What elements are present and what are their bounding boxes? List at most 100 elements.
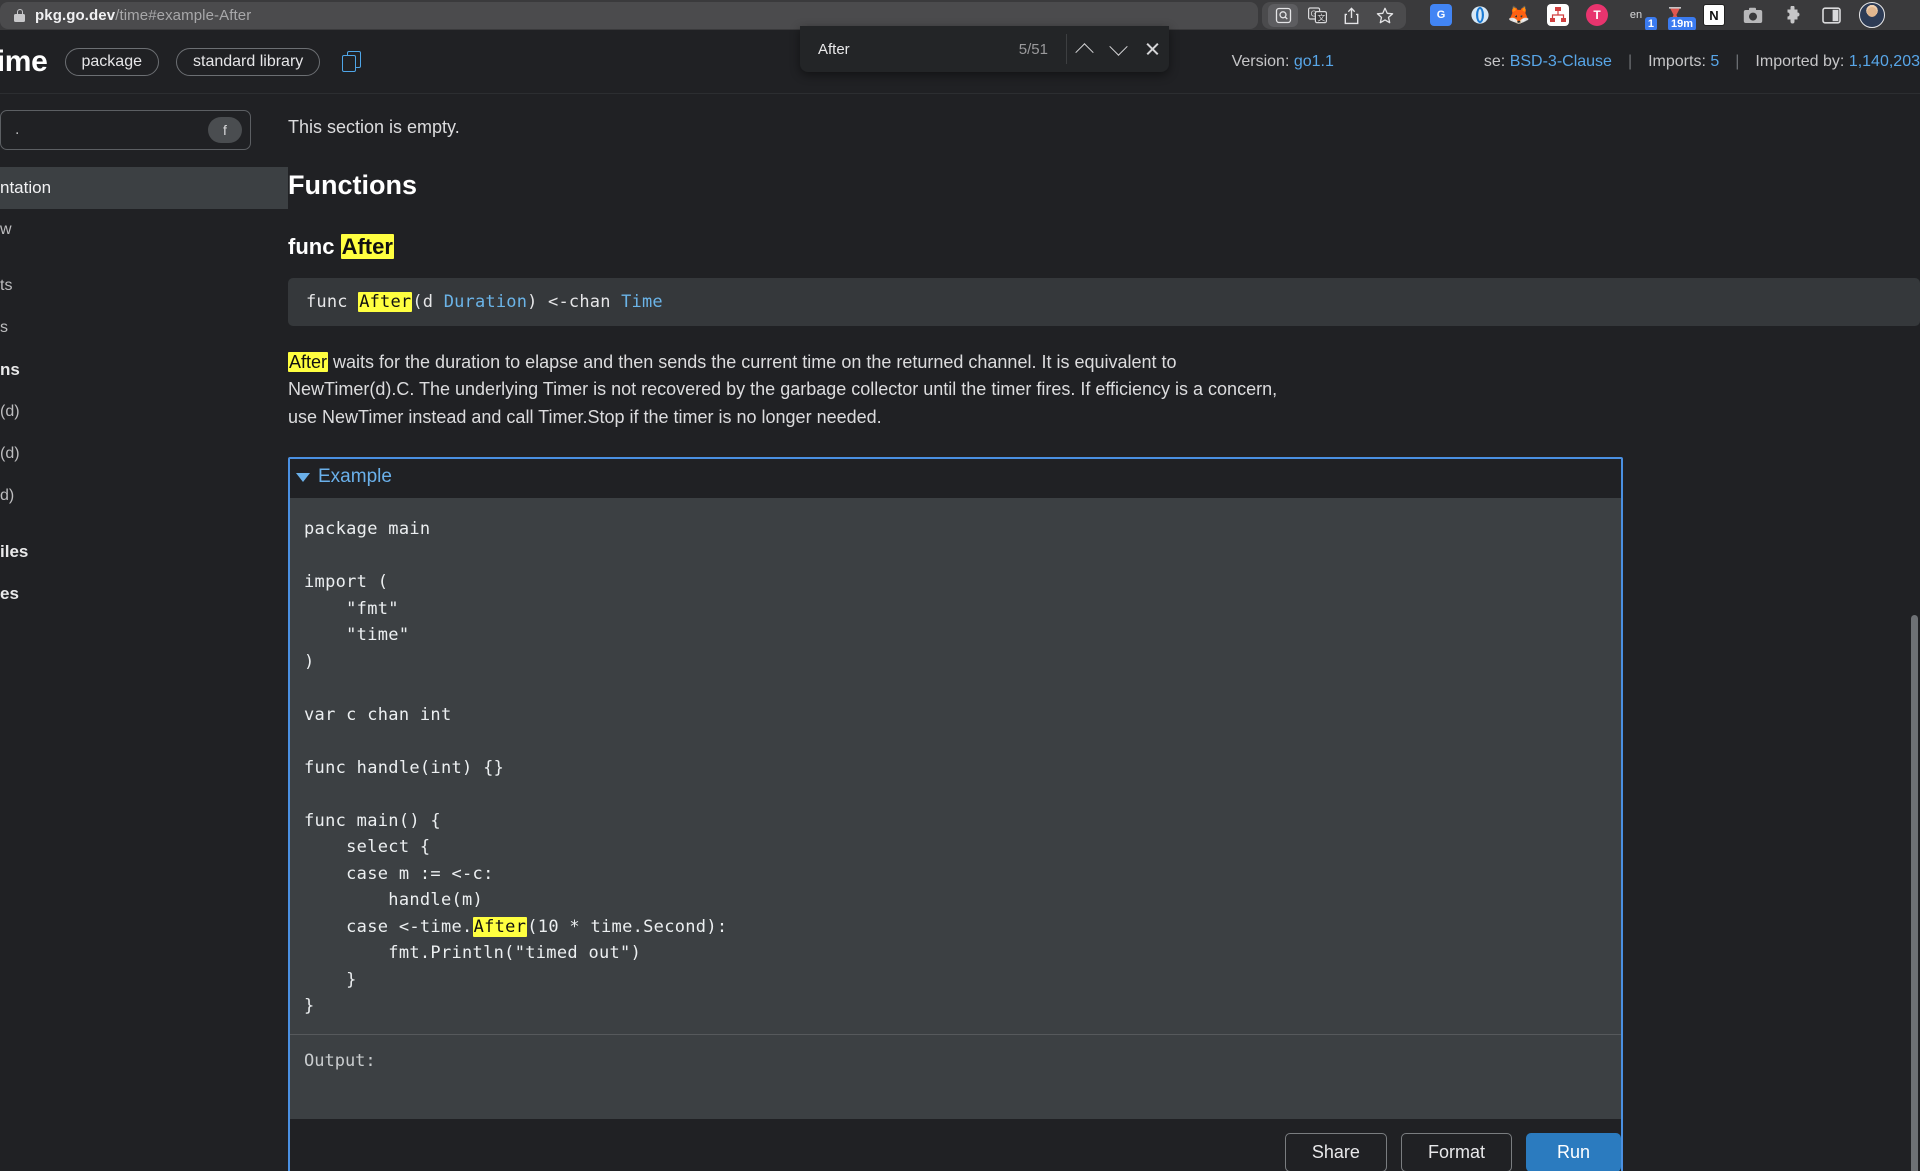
url-domain: pkg.go.dev (35, 7, 115, 24)
license-label: se: (1484, 53, 1505, 71)
sig-params-open: (d (412, 292, 443, 312)
search-placeholder: . (15, 121, 208, 139)
meta-separator-2: | (1735, 53, 1739, 71)
run-button[interactable]: Run (1526, 1133, 1621, 1171)
translate-icon[interactable]: G文 (1302, 4, 1332, 27)
metamask-fox-extension-icon[interactable]: 🦊 (1508, 4, 1530, 26)
timer-extension-icon[interactable]: 19m (1664, 4, 1686, 26)
search-shortcut-key: f (208, 117, 242, 143)
sidebar-item-variables[interactable]: s (0, 307, 307, 349)
vertical-scrollbar[interactable] (1911, 615, 1918, 1171)
version-link[interactable]: go1.1 (1294, 53, 1334, 71)
func-keyword: func (288, 234, 341, 259)
svg-text:文: 文 (1317, 12, 1325, 22)
example-block: Example package main import ( "fmt" "tim… (288, 457, 1623, 1171)
timer-extension-badge: 19m (1668, 17, 1696, 31)
sidebar-item-label: ns (0, 360, 20, 380)
notion-extension-icon[interactable]: N (1703, 4, 1725, 26)
search-input[interactable]: . f (0, 110, 251, 150)
copy-icon[interactable] (342, 51, 362, 73)
format-button[interactable]: Format (1401, 1133, 1512, 1171)
version-label: Version: (1232, 53, 1290, 71)
function-signature: func After(d Duration) <-chan Time (288, 278, 1920, 326)
code-before-highlight: package main import ( "fmt" "time" ) var… (304, 519, 504, 937)
url-path: /time#example-After (115, 7, 251, 24)
sig-params-close: ) (527, 292, 548, 312)
bookmark-star-icon[interactable] (1370, 4, 1400, 27)
badge-package: package (65, 48, 160, 76)
sig-prefix: func (306, 292, 358, 312)
license-link[interactable]: BSD-3-Clause (1510, 53, 1612, 71)
sidebar-item-label: ntation (0, 178, 51, 198)
search-highlight: After (341, 234, 394, 259)
sitemap-extension-icon[interactable] (1547, 4, 1569, 26)
doc-body-text: waits for the duration to elapse and the… (288, 352, 1277, 427)
example-summary-label: Example (318, 466, 392, 488)
meta-separator-1: | (1628, 53, 1632, 71)
sidebar-item-constants[interactable]: ts (0, 265, 307, 307)
share-icon[interactable] (1336, 4, 1366, 27)
browser-extensions-group: G 🦊 T en 1 19m N (1430, 1, 1885, 29)
example-summary-toggle[interactable]: Example (290, 459, 1621, 498)
google-translate-extension-icon[interactable]: G (1430, 4, 1452, 26)
sidebar-item-label: w (0, 221, 12, 239)
sidebar-item-func-after[interactable]: (d) (0, 391, 307, 433)
badge-standard-library: standard library (176, 48, 320, 76)
find-close-button[interactable] (1135, 26, 1169, 72)
sidebar-item-overview[interactable]: w (0, 209, 307, 251)
sidebar-item-functions[interactable]: ns (0, 349, 307, 391)
chevron-up-icon (1075, 43, 1093, 61)
sig-arrow: <-chan (548, 292, 621, 312)
sidebar: . f ntation w ts s ns (d) (d) d) iles es (0, 95, 308, 1171)
sidebar-item-documentation[interactable]: ntation (0, 167, 307, 209)
imported-by-link[interactable]: 1,140,203 (1849, 53, 1920, 71)
sidebar-item-label: s (0, 319, 8, 337)
empty-section-note: This section is empty. (288, 95, 1920, 138)
screenshot-extension-icon[interactable] (1742, 4, 1764, 26)
find-in-page-icon[interactable] (1268, 4, 1298, 27)
sidebar-item-label: d) (0, 487, 14, 505)
find-match-count: 5/51 (1019, 41, 1066, 58)
language-extension-badge: 1 (1645, 17, 1657, 31)
lock-icon (14, 9, 25, 22)
opera-ring-extension-icon[interactable] (1469, 4, 1491, 26)
puzzle-extensions-icon[interactable] (1781, 4, 1803, 26)
browser-toolbar-group: G文 (1262, 2, 1406, 29)
sidebar-toggle-icon[interactable] (1820, 4, 1842, 26)
function-description: After waits for the duration to elapse a… (288, 349, 1288, 431)
imported-by-label: Imported by: (1755, 53, 1844, 71)
sidebar-item-label: iles (0, 542, 28, 562)
sidebar-item-label: es (0, 584, 19, 604)
toggl-extension-icon[interactable]: T (1586, 4, 1608, 26)
sidebar-item-label: (d) (0, 445, 20, 463)
func-after-heading: func After (288, 234, 1920, 260)
sidebar-item-source-files[interactable]: iles (0, 531, 307, 573)
example-code[interactable]: package main import ( "fmt" "time" ) var… (290, 498, 1621, 1034)
sidebar-item-label: (d) (0, 403, 20, 421)
close-icon (1145, 42, 1160, 57)
sidebar-item-label: ts (0, 277, 12, 295)
imports-link[interactable]: 5 (1710, 53, 1719, 71)
page-title: time (0, 45, 48, 79)
sig-param-type[interactable]: Duration (444, 292, 527, 312)
example-output: Output: (290, 1035, 1621, 1119)
share-button[interactable]: Share (1285, 1133, 1387, 1171)
sidebar-item-directories[interactable]: es (0, 573, 307, 615)
header-metadata: Version: go1.1 se: BSD-3-Clause | Import… (1232, 30, 1920, 94)
language-extension-icon[interactable]: en 1 (1625, 4, 1647, 26)
example-body: package main import ( "fmt" "time" ) var… (290, 498, 1621, 1171)
main-content: This section is empty. Functions func Af… (288, 95, 1920, 1171)
profile-avatar[interactable] (1859, 2, 1885, 28)
url-text: pkg.go.dev/time#example-After (35, 7, 251, 24)
sig-return-type[interactable]: Time (621, 292, 663, 312)
find-previous-button[interactable] (1067, 26, 1101, 72)
sidebar-item-func-since[interactable]: d) (0, 475, 307, 517)
example-button-row: Share Format Run (290, 1119, 1621, 1171)
triangle-down-icon (296, 473, 310, 482)
find-next-button[interactable] (1101, 26, 1135, 72)
search-highlight: After (358, 292, 412, 312)
sidebar-item-func-newticker[interactable]: (d) (0, 433, 307, 475)
address-bar[interactable]: pkg.go.dev/time#example-After (0, 2, 1258, 29)
output-label: Output: (304, 1051, 376, 1071)
find-input[interactable]: After (800, 41, 1019, 58)
